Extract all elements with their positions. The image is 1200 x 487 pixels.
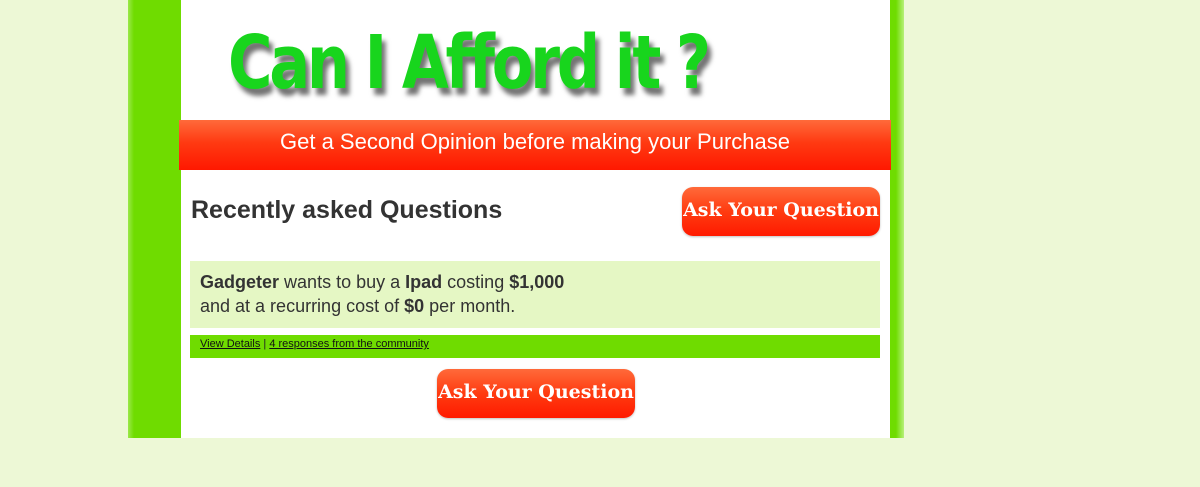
question-line-1: Gadgeter wants to buy a Ipad costing $1,… [200, 270, 870, 294]
question-cost: $1,000 [509, 272, 565, 292]
left-decorative-band [128, 0, 181, 438]
question-line-2: and at a recurring cost of $0 per month. [200, 294, 870, 318]
question-links-bar: View Details | 4 responses from the comm… [190, 335, 880, 358]
section-title: Recently asked Questions [191, 196, 503, 224]
question-card: Gadgeter wants to buy a Ipad costing $1,… [190, 261, 880, 328]
ask-question-button-bottom[interactable]: Ask Your Question [437, 369, 635, 418]
tagline-banner: Get a Second Opinion before making your … [179, 120, 891, 170]
right-decorative-band [890, 0, 904, 438]
question-recurring-cost: $0 [404, 296, 425, 316]
question-item: Ipad [405, 272, 443, 292]
question-text-recurring: and at a recurring cost of [200, 296, 400, 316]
tagline-text: Get a Second Opinion before making your … [280, 129, 790, 154]
site-logo[interactable]: Can I Afford it ? [228, 20, 720, 106]
ask-question-button-top[interactable]: Ask Your Question [682, 187, 880, 236]
question-text-wants: wants to buy a [284, 272, 401, 292]
question-user: Gadgeter [200, 272, 280, 292]
question-text-costing: costing [447, 272, 505, 292]
view-details-link[interactable]: View Details [200, 338, 260, 350]
community-responses-link[interactable]: 4 responses from the community [269, 338, 429, 350]
link-separator: | [263, 338, 267, 350]
question-text-per-month: per month. [429, 296, 516, 316]
